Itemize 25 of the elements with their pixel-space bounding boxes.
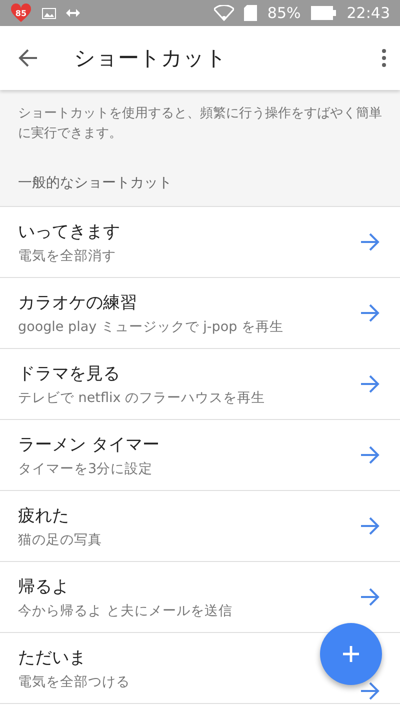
shortcut-title: いってきます (18, 220, 120, 242)
shortcut-subtitle: タイマーを3分に設定 (18, 460, 153, 478)
shortcut-item[interactable]: ラーメン タイマー タイマーを3分に設定 (0, 420, 400, 491)
shortcut-subtitle: テレビで netflix のフラーハウスを再生 (18, 388, 265, 406)
shortcut-item[interactable]: カラオケの練習 google play ミュージックで j-pop を再生 (0, 278, 400, 349)
section-header: 一般的なショートカット (18, 174, 173, 192)
heart-badge: 85 (10, 3, 32, 23)
shortcut-subtitle: 今から帰るよ と夫にメールを送信 (18, 602, 232, 620)
shortcut-subtitle: 猫の足の写真 (18, 530, 102, 548)
description-text: ショートカットを使用すると、頻繁に行う操作をすばやく簡単に実行できます。 (18, 105, 382, 143)
clock: 22:43 (346, 4, 390, 22)
shortcut-item[interactable]: 疲れた 猫の足の写真 (0, 491, 400, 562)
window-title: ショートカット (74, 45, 228, 72)
shortcut-title: ドラマを見る (18, 362, 120, 384)
shortcut-title: ラーメン タイマー (18, 434, 160, 456)
shortcut-subtitle: 電気を全部つける (18, 672, 130, 690)
battery-percent: 85% (267, 4, 301, 22)
shortcut-title: 帰るよ (18, 576, 69, 598)
shortcut-title: ただいま (18, 646, 86, 668)
shortcut-subtitle: google play ミュージックで j-pop を再生 (18, 318, 284, 336)
shortcut-title: 疲れた (18, 504, 69, 526)
shortcut-item[interactable]: ドラマを見る テレビで netflix のフラーハウスを再生 (0, 349, 400, 420)
shortcut-title: カラオケの練習 (18, 292, 137, 314)
shortcut-subtitle: 電気を全部消す (18, 246, 116, 264)
shortcut-item[interactable]: いってきます 電気を全部消す (0, 207, 400, 278)
